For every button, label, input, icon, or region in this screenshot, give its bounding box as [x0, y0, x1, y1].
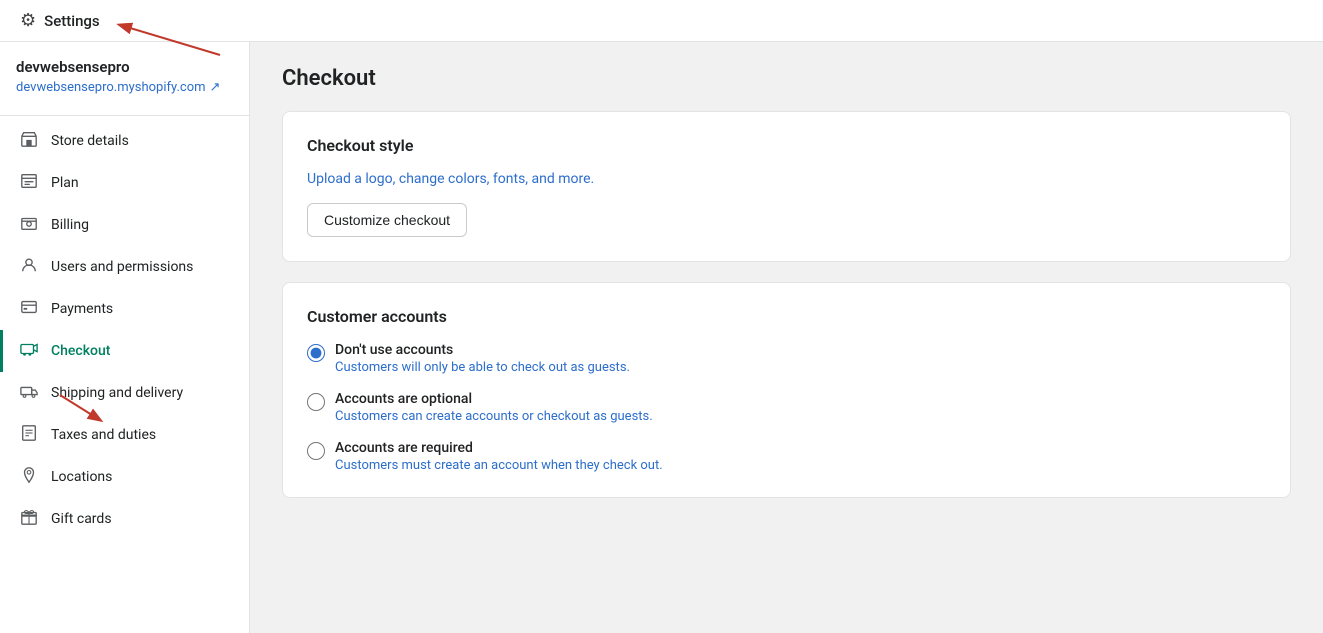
- radio-label-optional-accounts: Accounts are optional: [335, 391, 653, 407]
- sidebar-label-store-details: Store details: [51, 133, 233, 149]
- sidebar-item-locations[interactable]: Locations: [0, 456, 249, 498]
- checkout-style-description: Upload a logo, change colors, fonts, and…: [307, 171, 1266, 187]
- location-icon: [19, 466, 39, 488]
- gear-icon: ⚙: [20, 10, 36, 31]
- radio-option-required-accounts: Accounts are required Customers must cre…: [307, 440, 1266, 473]
- sidebar-label-plan: Plan: [51, 175, 233, 191]
- external-link-icon: ↗: [210, 80, 221, 95]
- plan-icon: [19, 172, 39, 194]
- radio-sublabel-optional-accounts: Customers can create accounts or checkou…: [335, 409, 653, 424]
- sidebar-item-payments[interactable]: Payments: [0, 288, 249, 330]
- topbar-title: Settings: [44, 12, 100, 30]
- radio-sublabel-required-accounts: Customers must create an account when th…: [335, 458, 663, 473]
- radio-label-required-accounts: Accounts are required: [335, 440, 663, 456]
- sidebar-label-billing: Billing: [51, 217, 233, 233]
- content-area: Checkout Checkout style Upload a logo, c…: [250, 42, 1323, 633]
- sidebar-item-gift-cards[interactable]: Gift cards: [0, 498, 249, 540]
- customer-accounts-card: Customer accounts Don't use accounts Cus…: [282, 282, 1291, 498]
- sidebar-label-gift-cards: Gift cards: [51, 511, 233, 527]
- radio-sublabel-no-accounts: Customers will only be able to check out…: [335, 360, 630, 375]
- radio-optional-accounts[interactable]: [307, 393, 325, 411]
- sidebar-item-store-details[interactable]: Store details: [0, 120, 249, 162]
- sidebar-item-taxes[interactable]: Taxes and duties: [0, 414, 249, 456]
- user-icon: [19, 256, 39, 278]
- sidebar-item-checkout[interactable]: Checkout: [0, 330, 249, 372]
- checkout-icon: [19, 340, 39, 362]
- sidebar-label-locations: Locations: [51, 469, 233, 485]
- sidebar-label-checkout: Checkout: [51, 343, 233, 359]
- radio-required-accounts[interactable]: [307, 442, 325, 460]
- sidebar-label-taxes: Taxes and duties: [51, 427, 233, 443]
- radio-label-no-accounts: Don't use accounts: [335, 342, 630, 358]
- checkout-style-title: Checkout style: [307, 136, 1266, 155]
- checkout-style-card: Checkout style Upload a logo, change col…: [282, 111, 1291, 262]
- store-icon: [19, 130, 39, 152]
- sidebar-label-users-permissions: Users and permissions: [51, 259, 233, 275]
- shipping-icon: [19, 382, 39, 404]
- gift-icon: [19, 508, 39, 530]
- sidebar-item-shipping[interactable]: Shipping and delivery: [0, 372, 249, 414]
- sidebar-label-payments: Payments: [51, 301, 233, 317]
- main-layout: devwebsensepro devwebsensepro.myshopify.…: [0, 42, 1323, 633]
- sidebar-label-shipping: Shipping and delivery: [51, 385, 233, 401]
- sidebar-item-plan[interactable]: Plan: [0, 162, 249, 204]
- sidebar-item-billing[interactable]: Billing: [0, 204, 249, 246]
- customize-checkout-button[interactable]: Customize checkout: [307, 203, 467, 237]
- page-title: Checkout: [282, 66, 1291, 91]
- store-name: devwebsensepro: [0, 58, 249, 80]
- radio-option-no-accounts: Don't use accounts Customers will only b…: [307, 342, 1266, 375]
- customer-accounts-options: Don't use accounts Customers will only b…: [307, 342, 1266, 473]
- sidebar: devwebsensepro devwebsensepro.myshopify.…: [0, 42, 250, 633]
- radio-no-accounts[interactable]: [307, 344, 325, 362]
- sidebar-item-users-permissions[interactable]: Users and permissions: [0, 246, 249, 288]
- topbar: ⚙ Settings: [0, 0, 1323, 42]
- store-link[interactable]: devwebsensepro.myshopify.com ↗: [0, 80, 249, 111]
- billing-icon: [19, 214, 39, 236]
- customer-accounts-title: Customer accounts: [307, 307, 1266, 326]
- payments-icon: [19, 298, 39, 320]
- taxes-icon: [19, 424, 39, 446]
- radio-option-optional-accounts: Accounts are optional Customers can crea…: [307, 391, 1266, 424]
- sidebar-divider: [0, 115, 249, 116]
